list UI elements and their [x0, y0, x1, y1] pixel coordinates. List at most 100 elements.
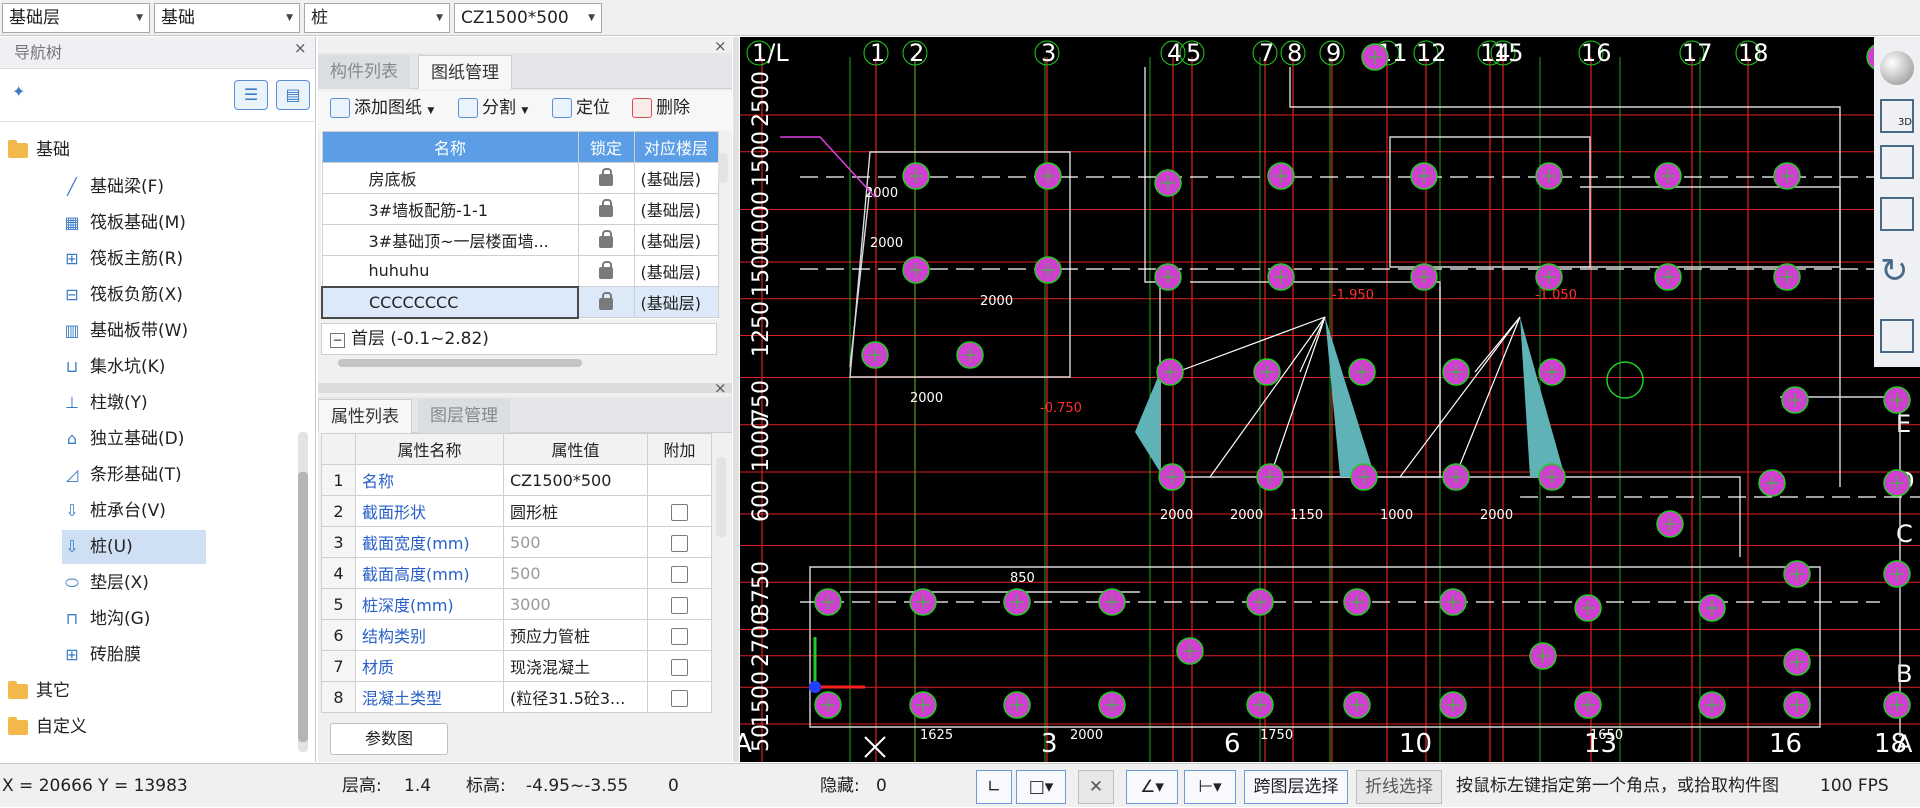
- drawing-canvas[interactable]: 1/L1234578911121415161718A3610131618EDCB…: [740, 37, 1920, 762]
- snap-button[interactable]: □▾: [1016, 770, 1066, 804]
- cube-view-icon[interactable]: [1880, 145, 1914, 179]
- drawing-hscroll-thumb[interactable]: [338, 359, 582, 367]
- sidebar-item-13[interactable]: ⊓ 地沟(G): [62, 602, 151, 636]
- lock-icon[interactable]: [599, 198, 613, 217]
- extra-checkbox[interactable]: [671, 503, 688, 521]
- polyline-select-button[interactable]: 折线选择: [1356, 770, 1442, 804]
- table-row[interactable]: 5 桩深度(mm) 3000: [321, 588, 712, 620]
- cad-drawing[interactable]: 1/L1234578911121415161718A3610131618EDCB…: [740, 37, 1920, 762]
- sidebar-item-14[interactable]: ⊞ 砖胎膜: [62, 638, 141, 672]
- lock-cell[interactable]: [577, 224, 635, 256]
- grid-view-icon[interactable]: ▤: [276, 80, 310, 110]
- sidebar-item-11[interactable]: ⇩ 桩(U): [62, 530, 206, 564]
- sidebar-item-7[interactable]: ⊥ 柱墩(Y): [62, 386, 148, 420]
- sidebar-item-10[interactable]: ⇩ 桩承台(V): [62, 494, 166, 528]
- sidebar-item-4[interactable]: ⊟ 筏板负筋(X): [62, 278, 183, 312]
- attr-extra-cell[interactable]: [647, 588, 712, 620]
- type-select[interactable]: 基础 ▼: [154, 3, 300, 33]
- table-row[interactable]: 3 截面宽度(mm) 500: [321, 526, 712, 558]
- extra-checkbox[interactable]: [671, 565, 688, 583]
- element-select[interactable]: 桩 ▼: [304, 3, 450, 33]
- cross-button[interactable]: ✕: [1078, 770, 1114, 804]
- angle-button[interactable]: ∠▾: [1126, 770, 1178, 804]
- nav-scroll-thumb[interactable]: [298, 472, 308, 742]
- table-row[interactable]: 3#墙板配筋-1-1 (基础层): [321, 193, 719, 225]
- nav-scrollbar[interactable]: [298, 432, 308, 752]
- table-row[interactable]: 6 结构类别 预应力管桩: [321, 619, 712, 651]
- attr-value-cell[interactable]: 500: [503, 557, 648, 589]
- drawing-vscroll[interactable]: [718, 153, 728, 183]
- table-row[interactable]: 2 截面形状 圆形桩: [321, 495, 712, 527]
- orbit-ball-icon[interactable]: [1880, 51, 1914, 85]
- lock-icon[interactable]: [599, 291, 614, 310]
- attr-value-cell[interactable]: CZ1500*500: [503, 464, 648, 496]
- add-icon[interactable]: ✦: [12, 82, 25, 101]
- sidebar-item-12[interactable]: ⬭ 垫层(X): [62, 566, 149, 600]
- attr-value-cell[interactable]: 圆形桩: [503, 495, 648, 527]
- col-floor[interactable]: 对应楼层: [633, 131, 719, 163]
- vertical-splitter[interactable]: [733, 37, 739, 762]
- add-drawing-button[interactable]: 添加图纸 ▼: [330, 91, 434, 125]
- attr-extra-cell[interactable]: [647, 464, 712, 496]
- cross-layer-select-button[interactable]: 跨图层选择: [1244, 770, 1348, 804]
- list-view-icon[interactable]: ☰: [234, 80, 268, 110]
- lock-cell[interactable]: [577, 162, 635, 194]
- tab-drawing-manage[interactable]: 图纸管理: [418, 55, 512, 89]
- close-icon[interactable]: ×: [294, 39, 307, 57]
- floor-cell[interactable]: (基础层): [633, 255, 719, 287]
- delete-button[interactable]: 删除: [632, 91, 690, 125]
- sidebar-item-3[interactable]: ⊞ 筏板主筋(R): [62, 242, 183, 276]
- floor-cell[interactable]: (基础层): [633, 286, 719, 318]
- extra-checkbox[interactable]: [671, 689, 688, 707]
- attr-extra-cell[interactable]: [647, 526, 712, 558]
- table-row[interactable]: huhuhu (基础层): [321, 255, 719, 287]
- table-row[interactable]: 3#基础顶~一层楼面墙... (基础层): [321, 224, 719, 256]
- sidebar-item-9[interactable]: ◿ 条形基础(T): [62, 458, 182, 492]
- sidebar-item-2[interactable]: ▦ 筏板基础(M): [62, 206, 186, 240]
- name-select[interactable]: CZ1500*500 ▼: [454, 3, 602, 33]
- split-button[interactable]: 分割 ▼: [458, 91, 528, 125]
- attr-value-cell[interactable]: 预应力管桩: [503, 619, 648, 651]
- sidebar-item-5[interactable]: ▥ 基础板带(W): [62, 314, 188, 348]
- drawing-name-cell[interactable]: CCCCCCCC: [321, 285, 579, 319]
- drawing-name-cell[interactable]: 3#墙板配筋-1-1: [321, 193, 579, 225]
- collapse-icon[interactable]: −: [330, 333, 345, 348]
- drawing-name-cell[interactable]: huhuhu: [321, 255, 579, 287]
- extra-checkbox[interactable]: [671, 658, 688, 676]
- sidebar-item-8[interactable]: ⌂ 独立基础(D): [62, 422, 184, 456]
- attr-value-cell[interactable]: 现浇混凝土: [503, 650, 648, 682]
- attr-value-cell[interactable]: 500: [503, 526, 648, 558]
- col-lock[interactable]: 锁定: [577, 131, 635, 163]
- floor-cell[interactable]: (基础层): [633, 193, 719, 225]
- dim-button[interactable]: ⊢▾: [1184, 770, 1236, 804]
- col-name[interactable]: 名称: [321, 131, 579, 163]
- extra-checkbox[interactable]: [671, 534, 688, 552]
- attr-extra-cell[interactable]: [647, 619, 712, 651]
- sidebar-item-6[interactable]: ⊔ 集水坑(K): [62, 350, 166, 384]
- tree-item-others[interactable]: 其它: [8, 674, 70, 708]
- tab-component-list[interactable]: 构件列表: [318, 55, 410, 89]
- tab-layer-manage[interactable]: 图层管理: [418, 399, 510, 433]
- table-row[interactable]: 8 混凝土类型 (粒径31.5砼3...: [321, 681, 712, 713]
- sidebar-item-1[interactable]: ╱ 基础梁(F): [62, 170, 164, 204]
- tree-root-foundation[interactable]: 基础: [8, 133, 70, 167]
- floor-cell[interactable]: (基础层): [633, 162, 719, 194]
- floor-select[interactable]: 基础层 ▼: [2, 3, 150, 33]
- lock-cell[interactable]: [577, 255, 635, 287]
- attr-vscroll[interactable]: [716, 457, 726, 537]
- table-row[interactable]: 1 名称 CZ1500*500: [321, 464, 712, 496]
- tab-property-list[interactable]: 属性列表: [318, 399, 412, 433]
- lock-icon[interactable]: [599, 167, 613, 186]
- table-row[interactable]: 房底板 (基础层): [321, 162, 719, 194]
- ortho-button[interactable]: ∟: [976, 770, 1012, 804]
- close-icon[interactable]: ×: [714, 37, 727, 55]
- lock-icon[interactable]: [599, 229, 613, 248]
- table-row[interactable]: 4 截面高度(mm) 500: [321, 557, 712, 589]
- 3d-view-icon[interactable]: 3D: [1880, 99, 1914, 133]
- drawing-name-cell[interactable]: 3#基础顶~一层楼面墙...: [321, 224, 579, 256]
- extra-checkbox[interactable]: [671, 596, 688, 614]
- attr-value-cell[interactable]: 3000: [503, 588, 648, 620]
- tree-item-custom[interactable]: 自定义: [8, 710, 87, 744]
- param-diagram-button[interactable]: 参数图: [330, 723, 448, 755]
- extra-checkbox[interactable]: [671, 627, 688, 645]
